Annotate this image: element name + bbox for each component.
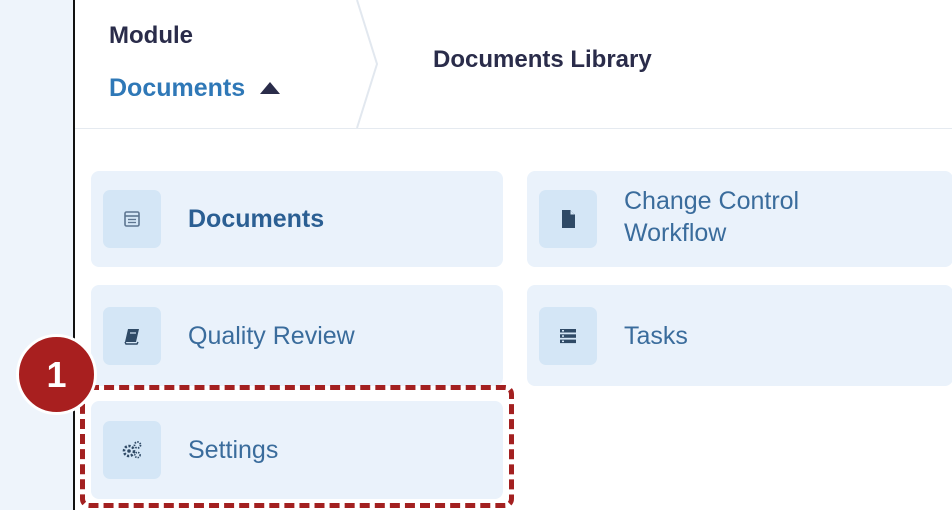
file-icon <box>539 190 597 248</box>
tile-quality-review[interactable]: Quality Review <box>91 285 503 386</box>
step-number-badge: 1 <box>16 334 97 415</box>
calendar-icon <box>103 190 161 248</box>
book-icon <box>103 306 161 365</box>
tile-change-control-workflow[interactable]: Change Control Workflow <box>527 171 952 267</box>
tile-change-control-workflow-label: Change Control Workflow <box>624 187 800 247</box>
module-selector[interactable]: Documents <box>109 74 281 103</box>
module-selector-value: Documents <box>109 74 246 102</box>
tile-quality-review-label: Quality Review <box>188 321 355 350</box>
tile-tasks-label: Tasks <box>624 321 688 350</box>
breadcrumb-separator <box>356 0 379 128</box>
tile-documents[interactable]: Documents <box>91 171 503 267</box>
tile-documents-label: Documents <box>188 205 325 233</box>
list-icon <box>539 306 597 365</box>
settings-highlight-frame <box>80 385 514 508</box>
page-title: Documents Library <box>433 46 652 73</box>
breadcrumb: Module Documents Documents Library <box>75 0 952 129</box>
module-label: Module <box>109 22 193 49</box>
tile-tasks[interactable]: Tasks <box>527 285 952 386</box>
caret-up-icon <box>260 81 281 94</box>
